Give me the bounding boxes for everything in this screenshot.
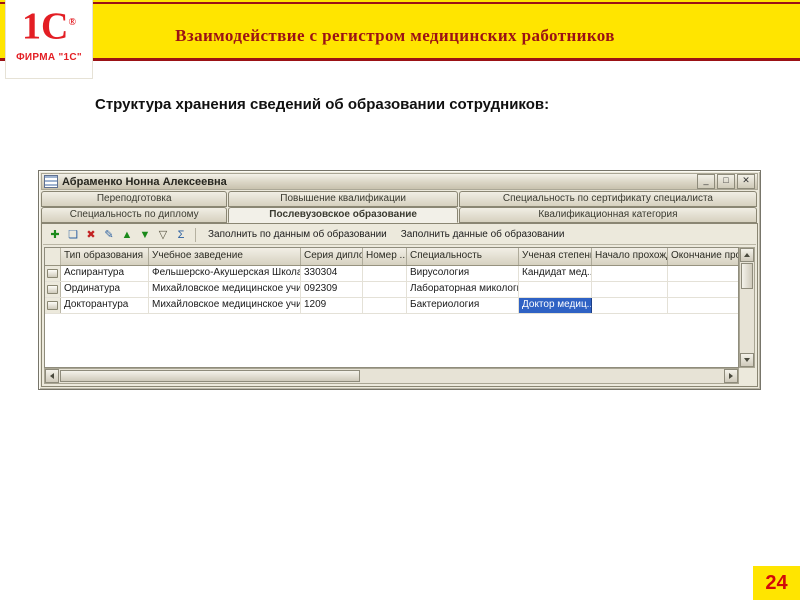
table-cell[interactable]: Лабораторная микология (407, 282, 519, 297)
add-icon[interactable]: ✚ (47, 227, 63, 243)
table-cell[interactable]: Фельшерско-Акушерская Школа г... (149, 266, 301, 281)
scroll-up-button[interactable] (740, 248, 754, 262)
tab-povyshenie-kvalifikacii[interactable]: Повышение квалификации (228, 191, 458, 207)
row-marker-icon[interactable] (45, 298, 61, 313)
table-row[interactable]: Ординатура Михайловское медицинское учил… (45, 282, 738, 298)
table-cell[interactable]: Вирусология (407, 266, 519, 281)
row-marker-icon[interactable] (45, 282, 61, 297)
logo-text: 1С (22, 5, 69, 48)
column-header-diploma-number[interactable]: Номер ... (363, 248, 407, 265)
slide-subtitle: Структура хранения сведений об образован… (95, 96, 550, 113)
logo-1c-mark: 1С® (6, 0, 92, 50)
table-cell[interactable] (668, 298, 738, 313)
table-cell[interactable]: Михайловское медицинское учили... (149, 298, 301, 313)
scroll-left-button[interactable] (45, 369, 59, 383)
slide-title: Взаимодействие с регистром медицинских р… (175, 26, 615, 45)
table-cell[interactable] (668, 282, 738, 297)
fill-from-education-button[interactable]: Заполнить по данным об образовании (208, 229, 387, 240)
toolbar-separator (195, 227, 196, 242)
window-title: Абраменко Нонна Алексеевна (62, 175, 227, 188)
table-cell[interactable] (668, 266, 738, 281)
tabs-row-2: Специальность по диплому Послевузовское … (41, 207, 758, 223)
window-icon (44, 175, 58, 188)
logo-caption: ФИРМА "1С" (16, 51, 82, 63)
scroll-right-button[interactable] (724, 369, 738, 383)
vertical-scrollbar[interactable] (739, 247, 755, 368)
tab-specialnost-po-sertifikatu[interactable]: Специальность по сертификату специалиста (458, 191, 757, 207)
table-cell[interactable]: 1209 (301, 298, 363, 313)
table-cell[interactable] (592, 298, 668, 313)
table-cell[interactable]: Ординатура (61, 282, 149, 297)
tab-poslevuzovskoe-obrazovanie[interactable]: Послевузовское образование (228, 207, 458, 223)
maximize-button[interactable]: □ (717, 174, 735, 189)
slide-header: Взаимодействие с регистром медицинских р… (0, 0, 800, 61)
slide: Взаимодействие с регистром медицинских р… (0, 0, 800, 600)
table-cell[interactable] (363, 298, 407, 313)
page-number: 24 (753, 566, 800, 600)
column-header-end[interactable]: Окончание прохож... (668, 248, 738, 265)
tab-kvalifikacionnaya-kategoriya[interactable]: Квалификационная категория (458, 207, 757, 223)
row-marker-icon[interactable] (45, 266, 61, 281)
selected-cell-degree[interactable]: Доктор медиц... (519, 298, 592, 313)
delete-icon[interactable]: ✖ (83, 227, 99, 243)
table-cell[interactable] (519, 282, 592, 297)
table-cell[interactable]: Бактериология (407, 298, 519, 313)
filter-icon[interactable]: ▽ (155, 227, 171, 243)
header-top-line (0, 2, 800, 4)
tab-panel: ✚ ❏ ✖ ✎ ▲ ▼ ▽ Σ Заполнить по данным об о… (41, 223, 758, 387)
close-button[interactable]: ✕ (737, 174, 755, 189)
education-table: Тип образования Учебное заведение Серия … (44, 247, 739, 368)
table-cell[interactable] (592, 266, 668, 281)
move-down-icon[interactable]: ▼ (137, 227, 153, 243)
registered-mark-icon: ® (68, 17, 76, 28)
column-header-specialty[interactable]: Специальность (407, 248, 519, 265)
scroll-down-button[interactable] (740, 353, 754, 367)
column-header-institution[interactable]: Учебное заведение (149, 248, 301, 265)
table-cell[interactable]: Кандидат мед... (519, 266, 592, 281)
table-cell[interactable]: Михайловское медицинское учили... (149, 282, 301, 297)
table-toolbar: ✚ ❏ ✖ ✎ ▲ ▼ ▽ Σ Заполнить по данным об о… (43, 225, 756, 245)
tabs-row-1: Переподготовка Повышение квалификации Сп… (41, 191, 758, 207)
tab-specialnost-po-diplomu[interactable]: Специальность по диплому (41, 207, 228, 223)
vertical-scroll-thumb[interactable] (741, 263, 753, 289)
move-up-icon[interactable]: ▲ (119, 227, 135, 243)
window-titlebar[interactable]: Абраменко Нонна Алексеевна _ □ ✕ (41, 173, 758, 190)
table-area: Тип образования Учебное заведение Серия … (44, 247, 755, 384)
column-header-diploma-series[interactable]: Серия диплома (301, 248, 363, 265)
horizontal-scrollbar[interactable] (44, 368, 739, 384)
fill-education-data-button[interactable]: Заполнить данные об образовании (401, 229, 565, 240)
table-cell[interactable] (592, 282, 668, 297)
table-cell[interactable]: 330304 (301, 266, 363, 281)
company-logo: 1С® ФИРМА "1С" (5, 0, 93, 79)
minimize-button[interactable]: _ (697, 174, 715, 189)
table-row[interactable]: Аспирантура Фельшерско-Акушерская Школа … (45, 266, 738, 282)
app-window: Абраменко Нонна Алексеевна _ □ ✕ Перепод… (38, 170, 761, 390)
table-cell[interactable]: Аспирантура (61, 266, 149, 281)
edit-icon[interactable]: ✎ (101, 227, 117, 243)
copy-icon[interactable]: ❏ (65, 227, 81, 243)
horizontal-scroll-thumb[interactable] (60, 370, 360, 382)
table-cell[interactable]: 092309 (301, 282, 363, 297)
sum-icon[interactable]: Σ (173, 227, 189, 243)
column-header-start[interactable]: Начало прохожд... (592, 248, 668, 265)
table-cell[interactable] (363, 266, 407, 281)
tab-perepodgotovka[interactable]: Переподготовка (41, 191, 228, 207)
marker-column-header (45, 248, 61, 265)
column-header-degree[interactable]: Ученая степень (519, 248, 592, 265)
table-cell[interactable]: Докторантура (61, 298, 149, 313)
table-header-row: Тип образования Учебное заведение Серия … (45, 248, 738, 266)
table-row[interactable]: Докторантура Михайловское медицинское уч… (45, 298, 738, 314)
column-header-education-type[interactable]: Тип образования (61, 248, 149, 265)
table-cell[interactable] (363, 282, 407, 297)
